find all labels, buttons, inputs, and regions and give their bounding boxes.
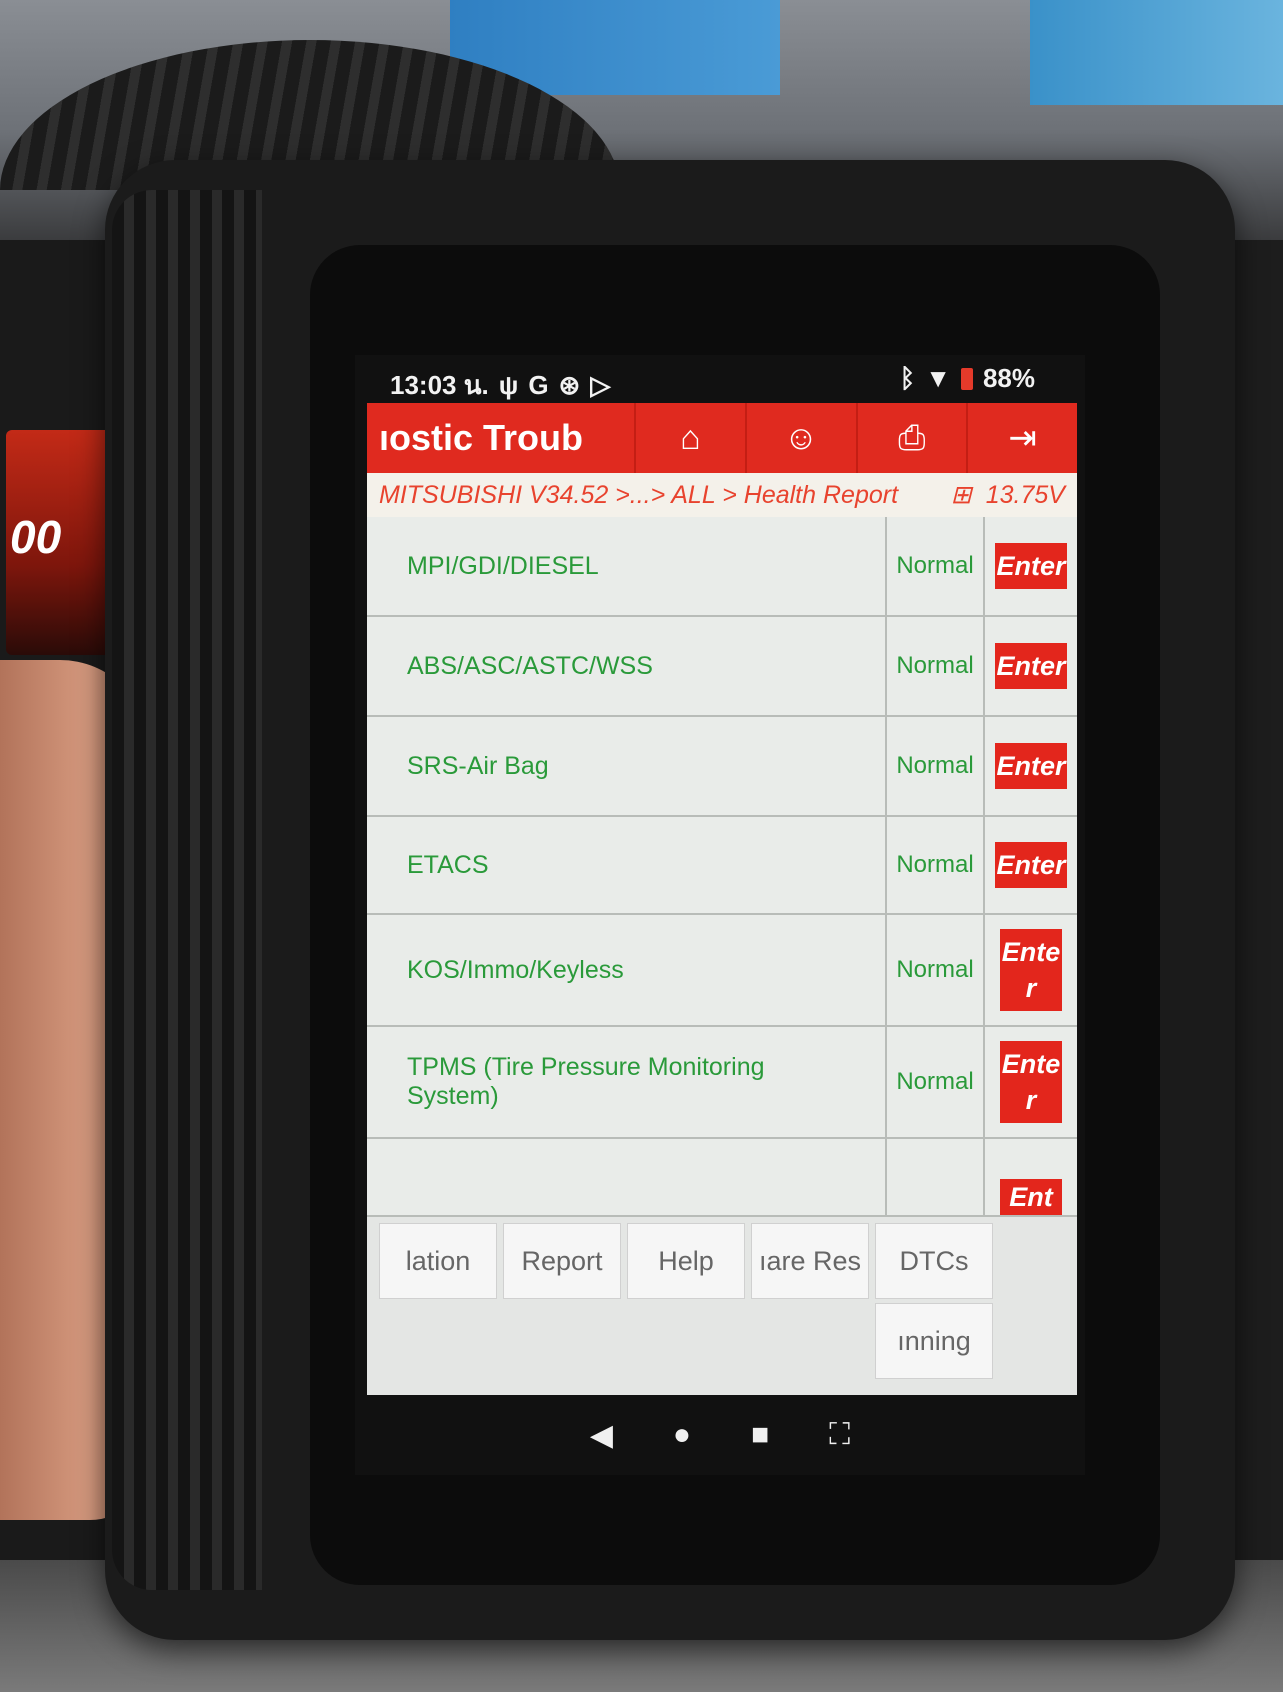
car-dash-readout: 00 (10, 511, 62, 563)
dtcs-button[interactable]: DTCs (875, 1223, 993, 1299)
support-button[interactable]: ☺ (744, 403, 856, 473)
system-name: SRS-Air Bag (367, 717, 887, 815)
system-status (887, 1139, 985, 1215)
google-icon: G (528, 370, 549, 400)
app-title: ıostic Troub (379, 417, 584, 458)
usb-icon: ψ (498, 370, 519, 400)
table-row: TPMS (Tire Pressure Monitoring System) N… (367, 1027, 1077, 1139)
system-name: ETACS (367, 817, 887, 913)
back-icon[interactable]: ◀ (590, 1418, 613, 1453)
exit-icon: ⇥ (1008, 419, 1037, 457)
android-nav-bar: ◀ ● ■ ⛶ (355, 1395, 1085, 1475)
enter-button[interactable]: Enter (995, 743, 1067, 789)
wifi-icon: ▼ (925, 363, 951, 393)
status-time: 13:03 น. (390, 370, 489, 400)
function-bar: lation Report Help ıare Res DTCs ınning (367, 1217, 1077, 1395)
battery-level: 88% (982, 363, 1035, 393)
system-status: Normal (887, 915, 985, 1025)
enter-button[interactable]: Enter (995, 543, 1067, 589)
system-status: Normal (887, 817, 985, 913)
system-status: Normal (887, 717, 985, 815)
support-agent-icon: ☺ (783, 418, 819, 457)
system-status: Normal (887, 617, 985, 715)
settings-circle-icon: ⊛ (558, 370, 581, 400)
home-nav-icon[interactable]: ● (673, 1418, 691, 1452)
play-icon: ▷ (590, 370, 611, 400)
device-screen: 13:03 น. ψ G ⊛ ▷ ᛒ ▼ 88% ıostic Troub ⌂ … (355, 355, 1085, 1475)
table-row: ETACS Normal Enter (367, 817, 1077, 915)
system-list: MPI/GDI/DIESEL Normal Enter ABS/ASC/ASTC… (367, 517, 1077, 1217)
compare-results-button[interactable]: ıare Res (751, 1223, 869, 1299)
home-icon: ⌂ (680, 418, 701, 457)
table-row: SRS-Air Bag Normal Enter (367, 717, 1077, 817)
status-bar: 13:03 น. ψ G ⊛ ▷ ᛒ ▼ 88% (355, 355, 1085, 401)
background-banner (1030, 0, 1283, 105)
scanning-button[interactable]: ınning (875, 1303, 993, 1379)
system-name: ABS/ASC/ASTC/WSS (367, 617, 887, 715)
print-icon: ⎙ (898, 418, 926, 457)
help-button[interactable]: Help (627, 1223, 745, 1299)
system-name: MPI/GDI/DIESEL (367, 517, 887, 615)
voltage-reading: 13.75V (985, 480, 1065, 509)
enter-button[interactable]: Enter (1000, 1041, 1062, 1123)
enter-button[interactable]: Enter (995, 643, 1067, 689)
screenshot-icon[interactable]: ⛶ (829, 1418, 850, 1452)
enter-button[interactable]: Enter (1000, 929, 1062, 1011)
system-name: KOS/Immo/Keyless (367, 915, 887, 1025)
battery-voltage-icon: ⊞ (950, 481, 972, 509)
enter-button[interactable]: Ent (1000, 1179, 1062, 1215)
home-button[interactable]: ⌂ (634, 403, 745, 473)
recents-icon[interactable]: ■ (751, 1418, 769, 1452)
system-status: Normal (887, 517, 985, 615)
bluetooth-icon: ᛒ (899, 363, 916, 393)
print-button[interactable]: ⎙ (855, 403, 967, 473)
report-button[interactable]: Report (503, 1223, 621, 1299)
battery-icon (960, 367, 973, 390)
exit-button[interactable]: ⇥ (966, 403, 1077, 473)
system-name (367, 1139, 887, 1215)
device-grip (112, 190, 262, 1590)
table-row: MPI/GDI/DIESEL Normal Enter (367, 517, 1077, 617)
app-header: ıostic Troub ⌂ ☺ ⎙ ⇥ (367, 403, 1077, 473)
table-row: ABS/ASC/ASTC/WSS Normal Enter (367, 617, 1077, 717)
table-row: Ent (367, 1139, 1077, 1217)
breadcrumb: MITSUBISHI V34.52 >...> ALL > Health Rep… (367, 473, 1077, 517)
breadcrumb-path: MITSUBISHI V34.52 >...> ALL > Health Rep… (379, 480, 899, 509)
enter-button[interactable]: Enter (995, 842, 1067, 888)
table-row: KOS/Immo/Keyless Normal Enter (367, 915, 1077, 1027)
system-name: TPMS (Tire Pressure Monitoring System) (367, 1027, 887, 1137)
function-button[interactable]: lation (379, 1223, 497, 1299)
system-status: Normal (887, 1027, 985, 1137)
